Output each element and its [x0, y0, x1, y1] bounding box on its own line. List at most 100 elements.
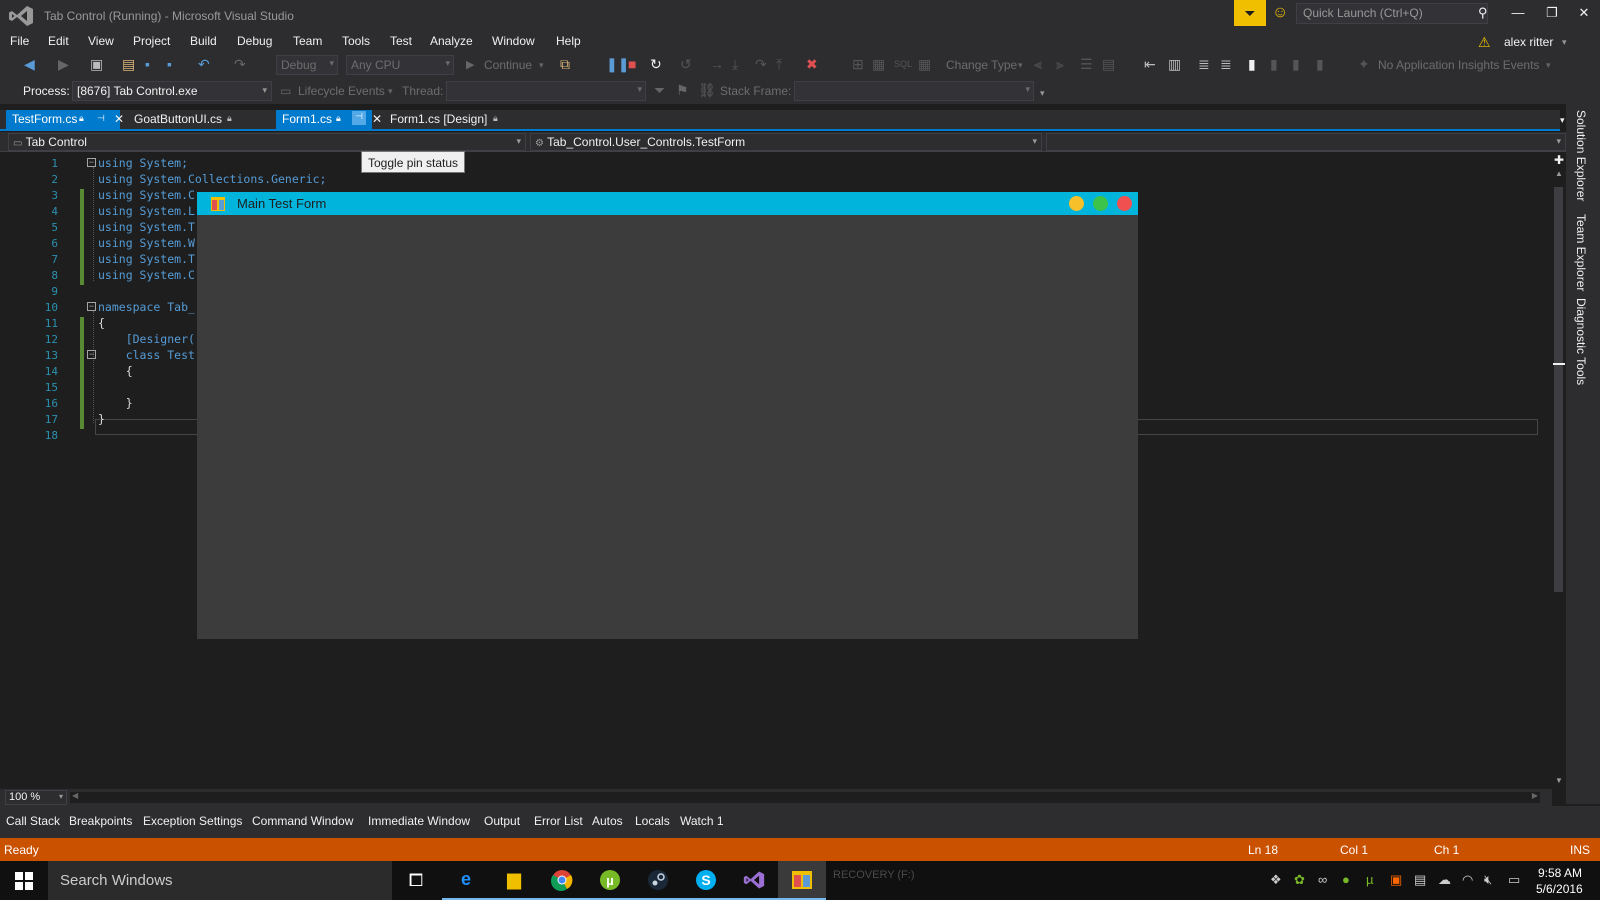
- search-icon[interactable]: ⚲: [1478, 5, 1488, 21]
- lifecycle-events-button[interactable]: Lifecycle Events: [298, 84, 385, 98]
- tab-form1-design[interactable]: Form1.cs [Design]: [384, 110, 493, 129]
- menu-window[interactable]: Window: [492, 34, 535, 48]
- type-dropdown[interactable]: ⚙ Tab_Control.User_Controls.TestForm ▾: [530, 133, 1042, 151]
- form-maximize-button[interactable]: [1093, 196, 1108, 211]
- continue-button[interactable]: Continue: [484, 58, 532, 72]
- skype-icon[interactable]: S: [682, 861, 730, 900]
- project-dropdown[interactable]: ▭ Tab Control ▾: [8, 133, 526, 151]
- steam-icon[interactable]: [634, 861, 682, 900]
- tray-app-icon[interactable]: ●: [1342, 872, 1350, 887]
- tab-output[interactable]: Output: [484, 814, 520, 828]
- tab-locals[interactable]: Locals: [635, 814, 670, 828]
- tab-watch-1[interactable]: Watch 1: [680, 814, 724, 828]
- new-project-icon[interactable]: ▣: [90, 56, 103, 73]
- menu-file[interactable]: File: [10, 34, 29, 48]
- stack-frame-dropdown[interactable]: ▾: [794, 81, 1034, 101]
- navigate-back-icon[interactable]: ◀: [24, 56, 35, 73]
- tab-call-stack[interactable]: Call Stack: [6, 814, 60, 828]
- undo-icon[interactable]: ↶: [198, 56, 210, 73]
- document-outline-icon[interactable]: ▥: [1168, 56, 1181, 73]
- grid-icon[interactable]: ▦: [872, 56, 885, 73]
- application-insights-icon[interactable]: ✦: [1358, 56, 1370, 73]
- close-tab-icon[interactable]: ✕: [114, 112, 124, 126]
- menu-project[interactable]: Project: [133, 34, 170, 48]
- open-file-icon[interactable]: ▤: [122, 56, 135, 73]
- tab-exception-settings[interactable]: Exception Settings: [143, 814, 242, 828]
- stack-frame-icon[interactable]: ⛓: [698, 82, 716, 99]
- align-centers-icon[interactable]: ⫸: [1056, 56, 1064, 73]
- step-into-icon[interactable]: →: [710, 56, 724, 72]
- action-center-icon[interactable]: ▭: [1508, 872, 1520, 888]
- member-dropdown[interactable]: ▾: [1046, 133, 1566, 151]
- collapse-icon[interactable]: −: [87, 350, 96, 359]
- utorrent-tray-icon[interactable]: µ: [1366, 872, 1374, 887]
- menu-edit[interactable]: Edit: [48, 34, 69, 48]
- pin-icon[interactable]: ⊣: [352, 111, 366, 125]
- layout-icon[interactable]: ⊞: [852, 56, 864, 73]
- menu-team[interactable]: Team: [293, 34, 322, 48]
- user-chevron-down-icon[interactable]: ▾: [1562, 37, 1567, 48]
- clock-time[interactable]: 9:58 AM: [1538, 866, 1582, 880]
- edge-browser-icon[interactable]: e: [442, 861, 490, 900]
- scroll-left-icon[interactable]: ◀: [72, 791, 78, 800]
- onedrive-icon[interactable]: ☁: [1438, 872, 1451, 888]
- menu-tools[interactable]: Tools: [342, 34, 370, 48]
- scroll-down-icon[interactable]: ▼: [1555, 776, 1563, 785]
- keyboard-icon[interactable]: ▤: [1414, 872, 1426, 888]
- size-icon[interactable]: ▤: [1102, 56, 1115, 73]
- outdent-icon[interactable]: ≣: [1220, 56, 1232, 73]
- restart-icon[interactable]: ↻: [650, 56, 662, 73]
- side-tab-diagnostic-tools[interactable]: Diagnostic Tools: [1574, 298, 1588, 385]
- menu-build[interactable]: Build: [190, 34, 217, 48]
- step-back-icon[interactable]: ↷: [755, 56, 767, 73]
- continue-chevron-down-icon[interactable]: ▾: [539, 60, 544, 71]
- evernote-icon[interactable]: ✿: [1294, 872, 1305, 888]
- split-window-icon[interactable]: ✚: [1554, 153, 1564, 167]
- table-icon[interactable]: ▦: [918, 56, 931, 73]
- toolbar-overflow-icon[interactable]: ▾: [1040, 88, 1045, 99]
- redo-icon[interactable]: ↷: [234, 56, 246, 73]
- lifecycle-chevron-down-icon[interactable]: ▾: [388, 86, 393, 97]
- task-view-icon[interactable]: ⧠: [392, 861, 440, 900]
- show-next-statement-icon[interactable]: ↺: [680, 56, 692, 73]
- prev-bookmark-icon[interactable]: ▮: [1270, 56, 1278, 73]
- tab-order-icon[interactable]: ⇤: [1144, 56, 1156, 73]
- attach-process-icon[interactable]: ⧉: [560, 56, 570, 73]
- taskbar-search-input[interactable]: Search Windows: [48, 861, 392, 900]
- notifications-flag-icon[interactable]: ⏷: [1234, 0, 1266, 26]
- scroll-up-icon[interactable]: ▲: [1555, 169, 1563, 178]
- tab-goatbuttonui-cs[interactable]: GoatButtonUI.cs: [128, 110, 228, 129]
- start-button[interactable]: [0, 861, 48, 900]
- running-form-app-icon[interactable]: [778, 861, 826, 900]
- application-insights-status[interactable]: No Application Insights Events: [1378, 58, 1539, 72]
- tab-immediate-window[interactable]: Immediate Window: [368, 814, 470, 828]
- close-button[interactable]: ✕: [1570, 5, 1598, 25]
- process-dropdown[interactable]: [8676] Tab Control.exe ▾: [72, 81, 272, 101]
- menu-view[interactable]: View: [88, 34, 114, 48]
- form-close-button[interactable]: [1117, 196, 1132, 211]
- restore-button[interactable]: ❐: [1538, 5, 1566, 25]
- bookmark-icon[interactable]: ▮: [1248, 56, 1256, 73]
- save-all-icon[interactable]: ▪: [167, 56, 172, 72]
- form-minimize-button[interactable]: [1069, 196, 1084, 211]
- feedback-smiley-icon[interactable]: ☺: [1272, 4, 1288, 22]
- volume-muted-icon[interactable]: 🔇︎: [1484, 872, 1492, 888]
- tab-error-list[interactable]: Error List: [534, 814, 583, 828]
- close-tab-icon[interactable]: ✕: [372, 112, 382, 126]
- save-icon[interactable]: ▪: [145, 56, 150, 72]
- menu-help[interactable]: Help: [556, 34, 581, 48]
- insights-chevron-down-icon[interactable]: ▾: [1546, 60, 1551, 71]
- lifecycle-events-icon[interactable]: ▭: [280, 84, 291, 98]
- flag-threads-icon[interactable]: ⚑: [676, 82, 689, 99]
- breakpoints-icon[interactable]: ✖: [806, 56, 818, 73]
- solution-platform-dropdown[interactable]: Any CPU ▾: [346, 55, 454, 75]
- solution-configuration-dropdown[interactable]: Debug ▾: [276, 55, 338, 75]
- clock-date[interactable]: 5/6/2016: [1536, 882, 1583, 896]
- vertical-scrollbar[interactable]: ✚ ▲ ▼: [1552, 153, 1566, 789]
- step-over-icon[interactable]: ⤓: [732, 56, 738, 73]
- tab-list-chevron-down-icon[interactable]: ▾: [1560, 115, 1565, 126]
- warning-icon[interactable]: ⚠: [1478, 34, 1491, 51]
- next-bookmark-icon[interactable]: ▮: [1292, 56, 1300, 73]
- tab-breakpoints[interactable]: Breakpoints: [69, 814, 132, 828]
- minimize-button[interactable]: —: [1504, 5, 1532, 25]
